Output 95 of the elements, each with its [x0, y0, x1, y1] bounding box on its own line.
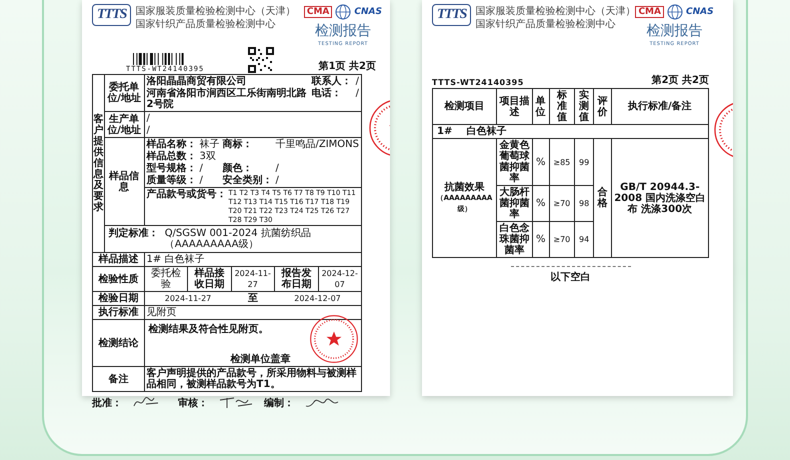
signature-label: 审核： [178, 396, 208, 410]
signature-label: 批准： [92, 396, 122, 410]
sample-name: 白色袜子 [466, 126, 506, 137]
row-label: 检验日期 [92, 292, 144, 306]
column-header: 单位 [532, 88, 550, 124]
seal-stamp-drawing [368, 98, 390, 158]
seal-note: 检测单位盖章 [230, 354, 290, 365]
organization-name: 国家服装质量检验检测中心（天津） [135, 6, 296, 18]
column-header: 项目描述 [496, 88, 532, 124]
evaluation-cell: 合格 [594, 138, 612, 258]
row-label: 样品信息 [104, 138, 144, 226]
unit-cell: % [532, 138, 550, 186]
field-value: / [200, 175, 204, 186]
date-separator: 至 [248, 293, 258, 304]
row-label: 备注 [92, 366, 144, 392]
date-cell: 2024-12-07 [318, 267, 361, 291]
logo-text: TTTS [92, 4, 132, 26]
field-value: 袜子 [200, 139, 220, 150]
report-title: 检测报告 [314, 23, 371, 39]
organization-name: 国家针织产品质量检验检测中心 [135, 19, 276, 31]
field-value: / [276, 163, 280, 174]
table-cell: 1# 白色袜子 [144, 252, 362, 266]
date-cell: 2024-11-27 [230, 267, 274, 291]
field-label: 电话： [312, 88, 343, 101]
row-label: 样品描述 [92, 252, 144, 266]
date-cell: 2024-12-07 [294, 293, 341, 304]
certification-mark: CMA [635, 6, 664, 18]
field-value: / [276, 175, 280, 186]
conclusion-text: 检测结果及符合性见附页。 [148, 324, 268, 335]
sample-number: 1# [437, 126, 452, 137]
report-title: 检测报告 [646, 23, 703, 39]
row-label: 检验性质 [92, 266, 144, 292]
row-label: 检测结论 [92, 320, 144, 366]
date-cell: 2024-11-27 [164, 293, 212, 304]
column-header: 标准值 [549, 88, 574, 124]
field-value: / [356, 76, 359, 87]
field-label: 样品名称： [146, 139, 196, 150]
field-value: / [356, 88, 359, 101]
column-header: 实测值 [574, 88, 594, 124]
field-label: 质量等级： [146, 175, 196, 186]
row-label: 执行标准 [92, 306, 144, 320]
row-label: 生产单位/地址 [104, 112, 144, 138]
item-description: 大肠杆菌抑菌率 [496, 186, 532, 222]
certification-mark: CMA [304, 6, 332, 18]
column-header: 评价 [594, 88, 612, 124]
remarks-text: 客户声明提供的产品款号，所采用物料与被测样品相同，被测样品款号为T1。 [144, 366, 362, 392]
report-number: TTTS-WT24140395 [432, 78, 524, 87]
field-value: / [146, 125, 151, 136]
organization-name: 国家服装质量检验检测中心（天津） [475, 6, 636, 18]
seal-stamp-drawing [713, 100, 733, 160]
requirement-cell: ≥70 [549, 186, 574, 222]
globe-icon [666, 4, 683, 20]
page-number: 第2页 共2页 [652, 74, 709, 87]
unit-cell: % [532, 222, 550, 258]
field-label: 样品总数： [146, 151, 196, 162]
column-header: 执行标准/备注 [611, 88, 708, 124]
result-cell: 99 [574, 138, 594, 186]
end-note: 以下空白 [550, 270, 590, 284]
field-label: 安全类别： [222, 175, 272, 186]
accreditation-mark: CNAS [354, 7, 382, 17]
requirement-cell: ≥70 [549, 222, 574, 258]
table-cell: 见附页 [144, 306, 362, 320]
field-value: 3双 [200, 151, 217, 162]
row-label: 委托单位/地址 [104, 74, 144, 112]
client-address: 河南省洛阳市涧西区工乐街南明北路2号院 [146, 88, 308, 110]
page-number: 第1页 共2页 [318, 60, 376, 73]
field-value: / [200, 163, 204, 174]
standard-note: GB/T 20944.3-2008 国内洗涤空白布 洗涤300次 [611, 138, 708, 258]
column-label: 报告发布日期 [274, 267, 318, 291]
globe-icon [335, 4, 352, 20]
test-item: 抗菌效果 [444, 182, 484, 192]
logo-text: TTTS [432, 4, 472, 26]
signature-label: 编制： [264, 396, 294, 410]
column-label: 样品接收日期 [187, 267, 230, 291]
qr-code-drawing [248, 47, 274, 73]
field-value: Q/SGSW 001-2024 抗菌纺织品（AAAAAAAAA级） [164, 228, 312, 250]
seal-stamp-drawing [309, 314, 359, 364]
table-cell-text: 委托检验 [150, 267, 182, 291]
field-value: / [146, 113, 151, 124]
field-label: 联系人： [312, 76, 352, 87]
column-header: 检测项目 [432, 88, 496, 124]
item-description: 金黄色葡萄球菌抑菌率 [496, 138, 532, 186]
item-description: 白色念珠菌抑菌率 [496, 222, 532, 258]
organization-name: 国家针织产品质量检验检测中心 [475, 19, 616, 31]
field-label: 商标： [222, 139, 254, 150]
accreditation-mark: CNAS [686, 7, 714, 17]
field-label: 产品款号或货号： [146, 189, 226, 202]
side-label: 客户提供信息及要求 [93, 114, 104, 213]
field-label: 颜色： [222, 163, 254, 174]
client-name: 洛阳晶晶商贸有限公司 [146, 76, 248, 87]
field-label: 型号规格： [146, 163, 196, 174]
field-value: 千里鸣品/ZIMONS [276, 139, 359, 150]
unit-cell: % [532, 186, 550, 222]
requirement-cell: ≥85 [549, 138, 574, 186]
field-label: 判定标准： [108, 228, 159, 241]
